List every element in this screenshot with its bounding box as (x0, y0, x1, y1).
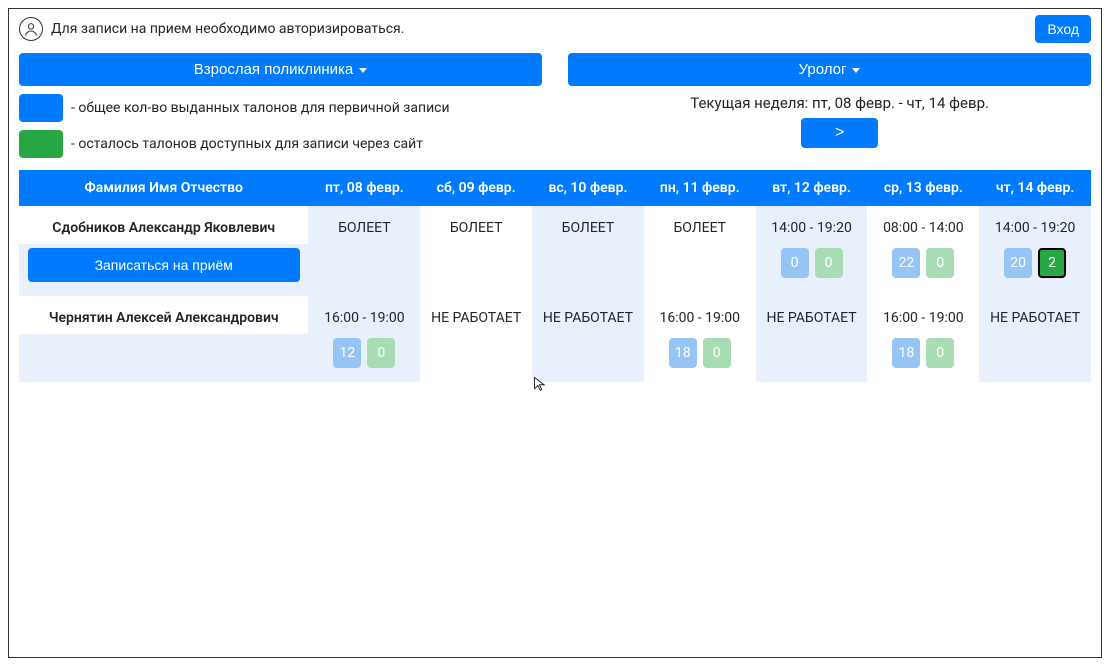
schedule-cell: БОЛЕЕТ (532, 206, 644, 244)
counts-cell: 180 (867, 334, 979, 382)
counts-cell: 00 (756, 244, 868, 296)
issued-badge: 22 (892, 248, 920, 278)
col-day-6: чт, 14 февр. (979, 170, 1091, 206)
schedule-cell: 14:00 - 19:20 (756, 206, 868, 244)
counts-cell: 120 (308, 334, 420, 382)
issued-badge: 20 (1004, 248, 1032, 278)
clinic-dropdown[interactable]: Взрослая поликлиника (19, 53, 542, 86)
counts-cell (756, 334, 868, 382)
counts-cell: 180 (644, 334, 756, 382)
counts-cell (308, 244, 420, 296)
doctor-row: Чернятин Алексей Александрович16:00 - 19… (19, 296, 1091, 334)
col-day-5: ср, 13 февр. (867, 170, 979, 206)
schedule-cell: БОЛЕЕТ (644, 206, 756, 244)
current-week-label: Текущая неделя: пт, 08 февр. - чт, 14 фе… (588, 94, 1091, 112)
issued-badge: 12 (333, 338, 361, 368)
col-day-0: пт, 08 февр. (308, 170, 420, 206)
legend-available-label: - осталось талонов доступных для записи … (71, 136, 423, 152)
counts-row: 120180180 (19, 334, 1091, 382)
legend-row: - общее кол-во выданных талонов для перв… (9, 94, 1101, 166)
issued-badge: 0 (781, 248, 809, 278)
col-day-1: сб, 09 февр. (420, 170, 532, 206)
counts-cell: 202 (979, 244, 1091, 296)
user-icon (19, 17, 43, 41)
specialty-dropdown-label: Уролог (799, 61, 847, 78)
counts-cell (532, 334, 644, 382)
legend-available: - осталось талонов доступных для записи … (19, 130, 548, 158)
counts-cell (644, 244, 756, 296)
book-appointment-button[interactable]: Записаться на приём (28, 248, 300, 282)
doctor-action-cell: Записаться на приём (19, 244, 308, 296)
swatch-blue (19, 94, 63, 122)
clinic-dropdown-label: Взрослая поликлиника (194, 61, 353, 78)
filters-row: Взрослая поликлиника Уролог (9, 49, 1101, 94)
schedule-cell: 16:00 - 19:00 (644, 296, 756, 334)
table-header-row: Фамилия Имя Отчество пт, 08 февр. сб, 09… (19, 170, 1091, 206)
schedule-cell: 08:00 - 14:00 (867, 206, 979, 244)
next-week-button[interactable]: > (801, 118, 878, 148)
available-badge: 0 (367, 338, 395, 368)
chevron-down-icon (852, 68, 860, 73)
schedule-cell: БОЛЕЕТ (420, 206, 532, 244)
issued-badge: 18 (669, 338, 697, 368)
counts-cell: 220 (867, 244, 979, 296)
auth-notice: Для записи на прием необходимо авторизир… (51, 21, 404, 37)
counts-cell (979, 334, 1091, 382)
schedule-cell: НЕ РАБОТАЕТ (979, 296, 1091, 334)
available-badge: 0 (926, 248, 954, 278)
schedule-cell: 14:00 - 19:20 (979, 206, 1091, 244)
schedule-cell: НЕ РАБОТАЕТ (532, 296, 644, 334)
topbar: Для записи на прием необходимо авторизир… (9, 9, 1101, 49)
counts-cell (420, 334, 532, 382)
available-badge: 0 (703, 338, 731, 368)
legend-issued-label: - общее кол-во выданных талонов для перв… (71, 100, 450, 116)
schedule-table: Фамилия Имя Отчество пт, 08 февр. сб, 09… (19, 170, 1091, 382)
doctor-name: Сдобников Александр Яковлевич (19, 206, 308, 244)
doctor-name: Чернятин Алексей Александрович (19, 296, 308, 334)
issued-badge: 18 (892, 338, 920, 368)
schedule-cell: БОЛЕЕТ (308, 206, 420, 244)
schedule-cell: НЕ РАБОТАЕТ (756, 296, 868, 334)
counts-cell (420, 244, 532, 296)
schedule-cell: 16:00 - 19:00 (308, 296, 420, 334)
col-day-3: пн, 11 февр. (644, 170, 756, 206)
col-name: Фамилия Имя Отчество (19, 170, 308, 206)
swatch-green (19, 130, 63, 158)
specialty-dropdown[interactable]: Уролог (568, 53, 1091, 86)
legend-issued: - общее кол-во выданных талонов для перв… (19, 94, 548, 122)
schedule-cell: 16:00 - 19:00 (867, 296, 979, 334)
available-badge[interactable]: 2 (1038, 248, 1066, 278)
col-day-4: вт, 12 февр. (756, 170, 868, 206)
counts-cell (532, 244, 644, 296)
login-button[interactable]: Вход (1035, 15, 1091, 43)
schedule-cell: НЕ РАБОТАЕТ (420, 296, 532, 334)
available-badge: 0 (815, 248, 843, 278)
doctor-row: Сдобников Александр ЯковлевичБОЛЕЕТБОЛЕЕ… (19, 206, 1091, 244)
available-badge: 0 (926, 338, 954, 368)
doctor-action-cell (19, 334, 308, 382)
counts-row: Записаться на приём00220202 (19, 244, 1091, 296)
chevron-down-icon (359, 68, 367, 73)
col-day-2: вс, 10 февр. (532, 170, 644, 206)
